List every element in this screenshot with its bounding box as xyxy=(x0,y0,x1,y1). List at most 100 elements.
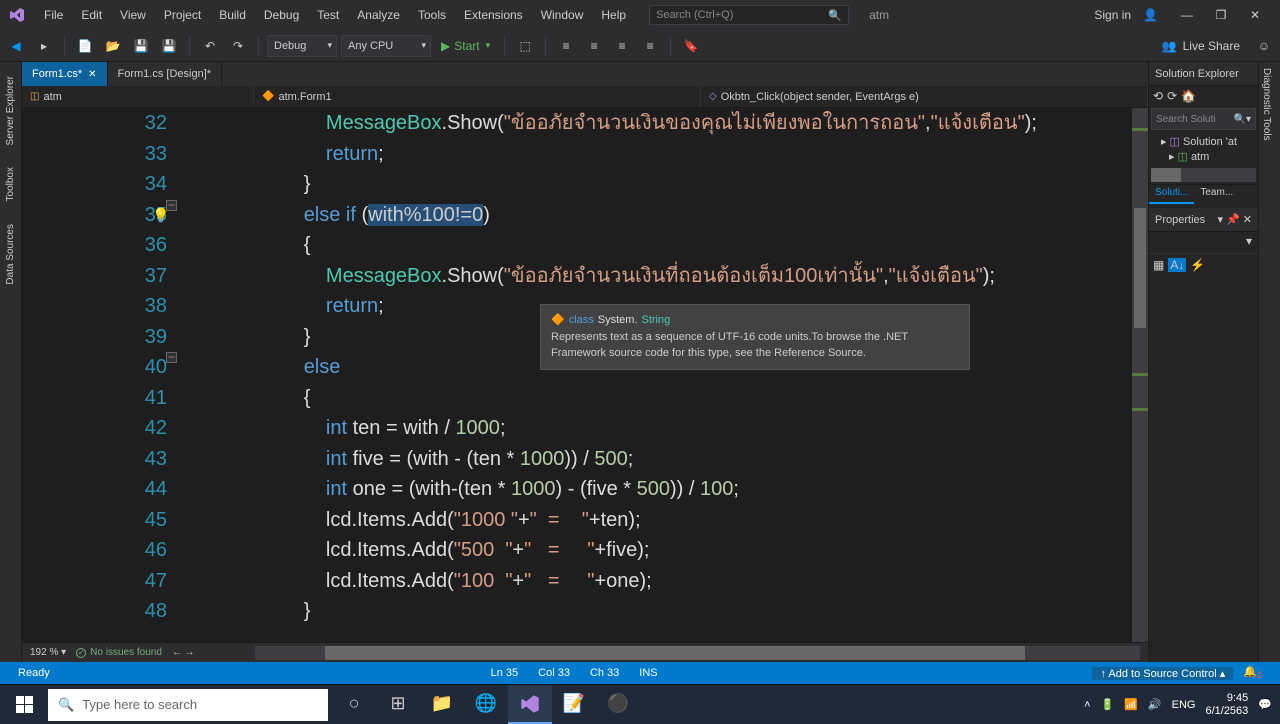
save-button[interactable]: 💾 xyxy=(129,34,153,58)
source-control-button[interactable]: ↑ Add to Source Control ▴ xyxy=(1092,667,1233,680)
liveshare-button[interactable]: 👥 Live Share xyxy=(1154,39,1248,53)
save-all-button[interactable]: 💾 xyxy=(157,34,181,58)
solution-tabs[interactable]: Soluti...Team... xyxy=(1149,184,1258,204)
menu-build[interactable]: Build xyxy=(211,4,254,26)
solution-tree[interactable]: ▸◫Solution 'at ▸◫atm xyxy=(1149,132,1258,166)
feedback-icon[interactable]: ☺ xyxy=(1252,34,1276,58)
signin-link[interactable]: Sign in xyxy=(1094,8,1131,22)
back-button[interactable]: ◀ xyxy=(4,34,28,58)
zoom-level[interactable]: 192 % ▾ xyxy=(30,647,66,658)
method-crumb[interactable]: ◇Okbtn_Click(object sender, EventArgs e) xyxy=(701,86,1148,107)
se-home2-icon[interactable]: 🏠 xyxy=(1181,89,1196,103)
solution-search-input[interactable]: Search Soluti🔍▾ xyxy=(1151,108,1256,130)
comment-icon[interactable]: ≡ xyxy=(638,34,662,58)
step-icon[interactable]: ⬚ xyxy=(513,34,537,58)
tab-form1-cs-[interactable]: Form1.cs*✕ xyxy=(22,62,108,86)
start-button-win[interactable] xyxy=(0,685,48,724)
intellisense-tooltip: 🔶 class System.String Represents text as… xyxy=(540,304,970,370)
status-bar: Ready Ln 35 Col 33 Ch 33 INS ↑ Add to So… xyxy=(0,662,1280,684)
tab-form1-cs--design--[interactable]: Form1.cs [Design]* xyxy=(108,62,223,86)
indent2-icon[interactable]: ≡ xyxy=(582,34,606,58)
format-icon[interactable]: ≡ xyxy=(610,34,634,58)
redo-button[interactable]: ↷ xyxy=(226,34,250,58)
properties-header: Properties▾ 📌 ✕ xyxy=(1149,208,1258,232)
wifi-icon[interactable]: 📶 xyxy=(1124,698,1138,711)
menu-file[interactable]: File xyxy=(36,4,71,26)
explorer-icon[interactable]: 📁 xyxy=(420,685,464,724)
chrome-icon[interactable]: 🌐 xyxy=(464,685,508,724)
taskview-icon[interactable]: ⊞ xyxy=(376,685,420,724)
se-refresh-icon[interactable]: ⟳ xyxy=(1167,89,1177,103)
menu-view[interactable]: View xyxy=(112,4,154,26)
horizontal-scrollbar[interactable] xyxy=(255,646,1140,660)
nav-arrows[interactable]: ← → xyxy=(172,647,195,658)
fold-icon[interactable]: − xyxy=(166,200,177,211)
menu-extensions[interactable]: Extensions xyxy=(456,4,531,26)
config-dropdown[interactable]: Debug xyxy=(267,35,337,57)
side-tab-server-explorer[interactable]: Server Explorer xyxy=(3,70,18,151)
status-ins: INS xyxy=(629,667,667,679)
side-tab-toolbox[interactable]: Toolbox xyxy=(3,161,18,207)
side-tab-data-sources[interactable]: Data Sources xyxy=(3,218,18,291)
status-ch: Ch 33 xyxy=(580,667,629,679)
vs-logo-icon xyxy=(8,6,26,24)
minimize-button[interactable]: — xyxy=(1170,1,1204,29)
vs-taskbar-icon[interactable] xyxy=(508,685,552,724)
close-icon[interactable]: ✕ xyxy=(88,69,96,80)
lang-icon[interactable]: ENG xyxy=(1172,699,1196,711)
forward-button[interactable]: ▸ xyxy=(32,34,56,58)
menu-window[interactable]: Window xyxy=(533,4,592,26)
menu-debug[interactable]: Debug xyxy=(256,4,307,26)
obs-icon[interactable]: ⚫ xyxy=(596,685,640,724)
fold-icon[interactable]: − xyxy=(166,352,177,363)
events-icon[interactable]: ⚡ xyxy=(1190,258,1205,272)
status-ready: Ready xyxy=(8,667,60,679)
search-icon: 🔍▾ xyxy=(1234,114,1251,125)
menu-bar: FileEditViewProjectBuildDebugTestAnalyze… xyxy=(36,4,634,26)
class-crumb[interactable]: 🔶atm.Form1 xyxy=(254,86,701,107)
solution-title: atm xyxy=(869,8,889,22)
issues-status[interactable]: ✓No issues found xyxy=(76,647,162,658)
property-dropdown[interactable]: ▾ xyxy=(1149,232,1258,254)
cortana-icon[interactable]: ○ xyxy=(332,685,376,724)
undo-button[interactable]: ↶ xyxy=(198,34,222,58)
code-text[interactable]: MessageBox.Show("ข้ออภัยจำนวนเงินของคุณไ… xyxy=(187,108,1148,642)
solution-explorer-header: Solution Explorer xyxy=(1149,62,1258,86)
maximize-button[interactable]: ❐ xyxy=(1204,1,1238,29)
code-editor[interactable]: 32333435💡−3637383940−4142434445464748 Me… xyxy=(22,108,1148,642)
left-sidebar: Server Explorer Toolbox Data Sources xyxy=(0,62,22,662)
menu-help[interactable]: Help xyxy=(593,4,634,26)
start-button[interactable]: ▶Start▾ xyxy=(435,39,496,53)
new-project-button[interactable]: 📄 xyxy=(73,34,97,58)
diagnostic-tools-tab[interactable]: Diagnostic Tools xyxy=(1259,62,1274,147)
tray-expand-icon[interactable]: ˄ xyxy=(1084,699,1090,711)
notepad-icon[interactable]: 📝 xyxy=(552,685,596,724)
action-center-icon[interactable]: 💬 xyxy=(1258,698,1272,711)
vertical-scrollbar[interactable] xyxy=(1132,108,1148,642)
title-bar: FileEditViewProjectBuildDebugTestAnalyze… xyxy=(0,0,1280,30)
bookmark-icon[interactable]: 🔖 xyxy=(679,34,703,58)
clock[interactable]: 9:456/1/2563 xyxy=(1205,692,1248,716)
status-line: Ln 35 xyxy=(481,667,529,679)
indent-icon[interactable]: ≡ xyxy=(554,34,578,58)
notifications-icon[interactable]: 🔔2 xyxy=(1233,665,1272,680)
namespace-crumb[interactable]: ◫atm xyxy=(22,86,254,107)
nav-breadcrumbs: ◫atm 🔶atm.Form1 ◇Okbtn_Click(object send… xyxy=(22,86,1148,108)
menu-project[interactable]: Project xyxy=(156,4,209,26)
category-icon[interactable]: ▦ xyxy=(1153,258,1164,272)
menu-analyze[interactable]: Analyze xyxy=(349,4,408,26)
menu-test[interactable]: Test xyxy=(309,4,347,26)
quick-search-input[interactable]: Search (Ctrl+Q)🔍 xyxy=(649,5,849,25)
close-button[interactable]: ✕ xyxy=(1238,1,1272,29)
battery-icon[interactable]: 🔋 xyxy=(1101,698,1115,711)
menu-edit[interactable]: Edit xyxy=(73,4,110,26)
platform-dropdown[interactable]: Any CPU xyxy=(341,35,431,57)
menu-tools[interactable]: Tools xyxy=(410,4,454,26)
az-icon[interactable]: A↓ xyxy=(1168,258,1186,272)
windows-taskbar: 🔍 Type here to search ○ ⊞ 📁 🌐 📝 ⚫ ˄ 🔋 📶 … xyxy=(0,684,1280,724)
volume-icon[interactable]: 🔊 xyxy=(1148,698,1162,711)
search-icon: 🔍 xyxy=(828,9,842,22)
se-home-icon[interactable]: ⟲ xyxy=(1153,89,1163,103)
taskbar-search[interactable]: 🔍 Type here to search xyxy=(48,689,328,721)
open-button[interactable]: 📂 xyxy=(101,34,125,58)
